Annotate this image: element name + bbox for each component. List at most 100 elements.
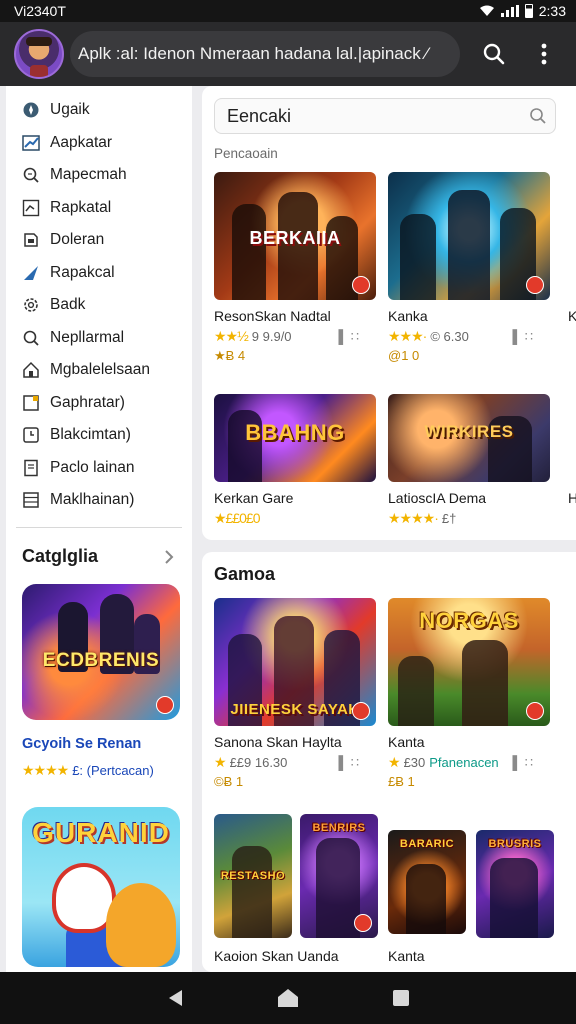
game-name: Kanta xyxy=(388,948,425,964)
sidebar-item-rapkatal[interactable]: Rapkatal xyxy=(6,192,192,225)
chart-icon xyxy=(22,199,40,217)
home-icon xyxy=(22,361,40,379)
featured-game-logo: GURANID xyxy=(32,816,170,848)
games-panel: Gamoa JIIENESK SAYAK Sanona Skan Haylta … xyxy=(202,552,576,972)
sidebar-item-ugaik[interactable]: Ugaik xyxy=(6,94,192,127)
square-icon xyxy=(22,394,40,412)
game-card[interactable]: BRUSRIS xyxy=(476,830,554,938)
category-title: Catglglia xyxy=(22,546,99,566)
sidebar-item-maklhainan[interactable]: Maklhainan) xyxy=(6,484,192,517)
rating-value: £30 xyxy=(403,755,426,770)
badge-icon xyxy=(526,276,544,294)
sidebar-item-label: Paclo lainan xyxy=(50,458,135,476)
game-card[interactable]: JIIENESK SAYAK Sanona Skan Haylta ★ ££9 1… xyxy=(214,598,376,789)
avatar[interactable] xyxy=(14,29,64,79)
sidebar-menu: Ugaik Aapkatar Mapecmah Rapkatal Doleran… xyxy=(6,86,192,517)
sidebar-item-badk[interactable]: Badk xyxy=(6,289,192,322)
more-icon[interactable]: ▌∷ xyxy=(339,755,362,771)
send-icon xyxy=(22,264,40,282)
sidebar-item-blakcimtan[interactable]: Blakcimtan) xyxy=(6,419,192,452)
sidebar-item-nepllarmal[interactable]: Nepllarmal xyxy=(6,322,192,355)
app-title[interactable]: Aplk :al: Idenon Nmeraan hadana lal.|api… xyxy=(70,31,460,77)
badge-icon xyxy=(352,702,370,720)
game-logo: BRUSRIS xyxy=(488,838,542,850)
game-rating: ★★★· © 6.30 ▌∷ xyxy=(388,328,550,345)
featured-game-thumbnail[interactable]: GURANID xyxy=(22,806,180,967)
game-card[interactable]: NORGAS Kanta ★ £30 Pfanenacen ▌∷ £Ƀ 1 xyxy=(388,598,550,789)
sidebar-item-label: Maklhainan) xyxy=(50,491,135,509)
status-bar: Vi2340T 2:33 xyxy=(0,0,576,22)
star-rating-icon: ★££0£0 xyxy=(214,510,260,526)
games-section-title: Gamoa xyxy=(214,564,276,584)
more-icon[interactable]: ▌∷ xyxy=(513,329,536,345)
game-thumbnail: JIIENESK SAYAK xyxy=(214,598,376,726)
game-card[interactable]: WIRKIRES LatioscIA Dema ★★★★· £† xyxy=(388,394,550,527)
wifi-icon xyxy=(479,5,494,16)
badge-icon xyxy=(156,695,174,714)
game-thumbnail: BBAHNG xyxy=(214,394,376,482)
home-icon[interactable] xyxy=(277,988,299,1008)
game-logo: NORGAS xyxy=(419,608,519,633)
more-vertical-icon xyxy=(541,43,547,65)
sidebar-item-doleran[interactable]: Doleran xyxy=(6,224,192,257)
game-meta: @1 0 xyxy=(388,348,420,363)
rating-value: ££9 16.30 xyxy=(229,755,288,770)
sidebar-item-mapecmah[interactable]: Mapecmah xyxy=(6,159,192,192)
featured-game-title[interactable]: Gcyoih Se Renan xyxy=(22,736,192,752)
sidebar-item-paclo-lainan[interactable]: Paclo lainan xyxy=(6,452,192,485)
game-card[interactable]: BERKAIIA ResonSkan Nadtal ★★½ 9 9.9/0 ▌∷ ★… xyxy=(214,172,376,364)
star-rating-icon: ★ xyxy=(388,754,401,770)
more-options-button[interactable] xyxy=(532,42,556,66)
signal-icon xyxy=(500,5,519,17)
sidebar-item-rapakcal[interactable]: Rapakcal xyxy=(6,257,192,290)
sidebar: Ugaik Aapkatar Mapecmah Rapkatal Doleran… xyxy=(6,86,192,972)
bookmark-icon xyxy=(22,231,40,249)
game-thumbnail: BARARIC xyxy=(388,830,466,934)
game-meta: ★Ƀ 4 xyxy=(214,348,246,363)
more-icon[interactable]: ▌∷ xyxy=(513,755,536,771)
search-button[interactable] xyxy=(482,42,506,66)
screen: Vi2340T 2:33 Aplk :al: Idenon Nmeraan ha… xyxy=(0,0,576,1024)
navigation-bar xyxy=(0,972,576,1024)
character-figure xyxy=(106,882,176,967)
sidebar-item-mgbalelelsaan[interactable]: Mgbalelelsaan xyxy=(6,354,192,387)
game-card[interactable]: BENRIRS xyxy=(300,814,378,938)
search-icon[interactable] xyxy=(521,107,555,125)
star-rating-icon: ★★½ xyxy=(214,328,249,344)
sidebar-item-label: Rapakcal xyxy=(50,263,115,281)
search-panel: Eencaki Pencaoain BERKAIIA ResonSkan Nad… xyxy=(202,86,576,540)
game-card[interactable]: RESTASHO xyxy=(214,814,292,938)
category-header[interactable]: Catglglia xyxy=(6,528,192,570)
sidebar-item-gaphratar[interactable]: Gaphratar) xyxy=(6,387,192,420)
sidebar-item-label: Nepllarmal xyxy=(50,328,125,346)
badge-icon xyxy=(526,702,544,720)
sidebar-item-label: Mgbalelelsaan xyxy=(50,361,150,379)
back-icon[interactable] xyxy=(166,988,184,1008)
more-icon[interactable]: ▌∷ xyxy=(339,329,362,345)
search-icon xyxy=(483,43,505,65)
game-name: H xyxy=(568,490,576,506)
app-bar: Aplk :al: Idenon Nmeraan hadana lal.|api… xyxy=(0,22,576,86)
game-card[interactable]: Kanka ★★★· © 6.30 ▌∷ @1 0 xyxy=(388,172,550,363)
sidebar-item-label: Mapecmah xyxy=(50,166,127,184)
game-card[interactable]: BBAHNG Kerkan Gare ★££0£0 xyxy=(214,394,376,527)
game-name: Sanona Skan Haylta xyxy=(214,734,342,750)
search-icon xyxy=(22,329,40,347)
sidebar-item-label: Ugaik xyxy=(50,101,90,119)
game-name: Kanka xyxy=(388,308,428,324)
search-input[interactable]: Eencaki xyxy=(214,98,556,134)
category-tag: Pfanenacen xyxy=(429,755,499,770)
game-logo: BBAHNG xyxy=(245,420,345,445)
game-card[interactable]: BARARIC xyxy=(388,830,466,934)
game-meta: £Ƀ 1 xyxy=(388,774,415,789)
recents-icon[interactable] xyxy=(392,989,410,1007)
trending-icon xyxy=(22,134,40,152)
star-rating-icon: ★★★★· xyxy=(388,510,439,526)
game-thumbnail: RESTASHO xyxy=(214,814,292,938)
grid-icon xyxy=(22,491,40,509)
sidebar-item-aapkatar[interactable]: Aapkatar xyxy=(6,127,192,160)
featured-game-thumbnail[interactable]: ECDBRENIS xyxy=(22,583,180,720)
game-thumbnail: BERKAIIA xyxy=(214,172,376,300)
game-thumbnail: WIRKIRES xyxy=(388,394,550,482)
game-name: Kerkan Gare xyxy=(214,490,294,506)
